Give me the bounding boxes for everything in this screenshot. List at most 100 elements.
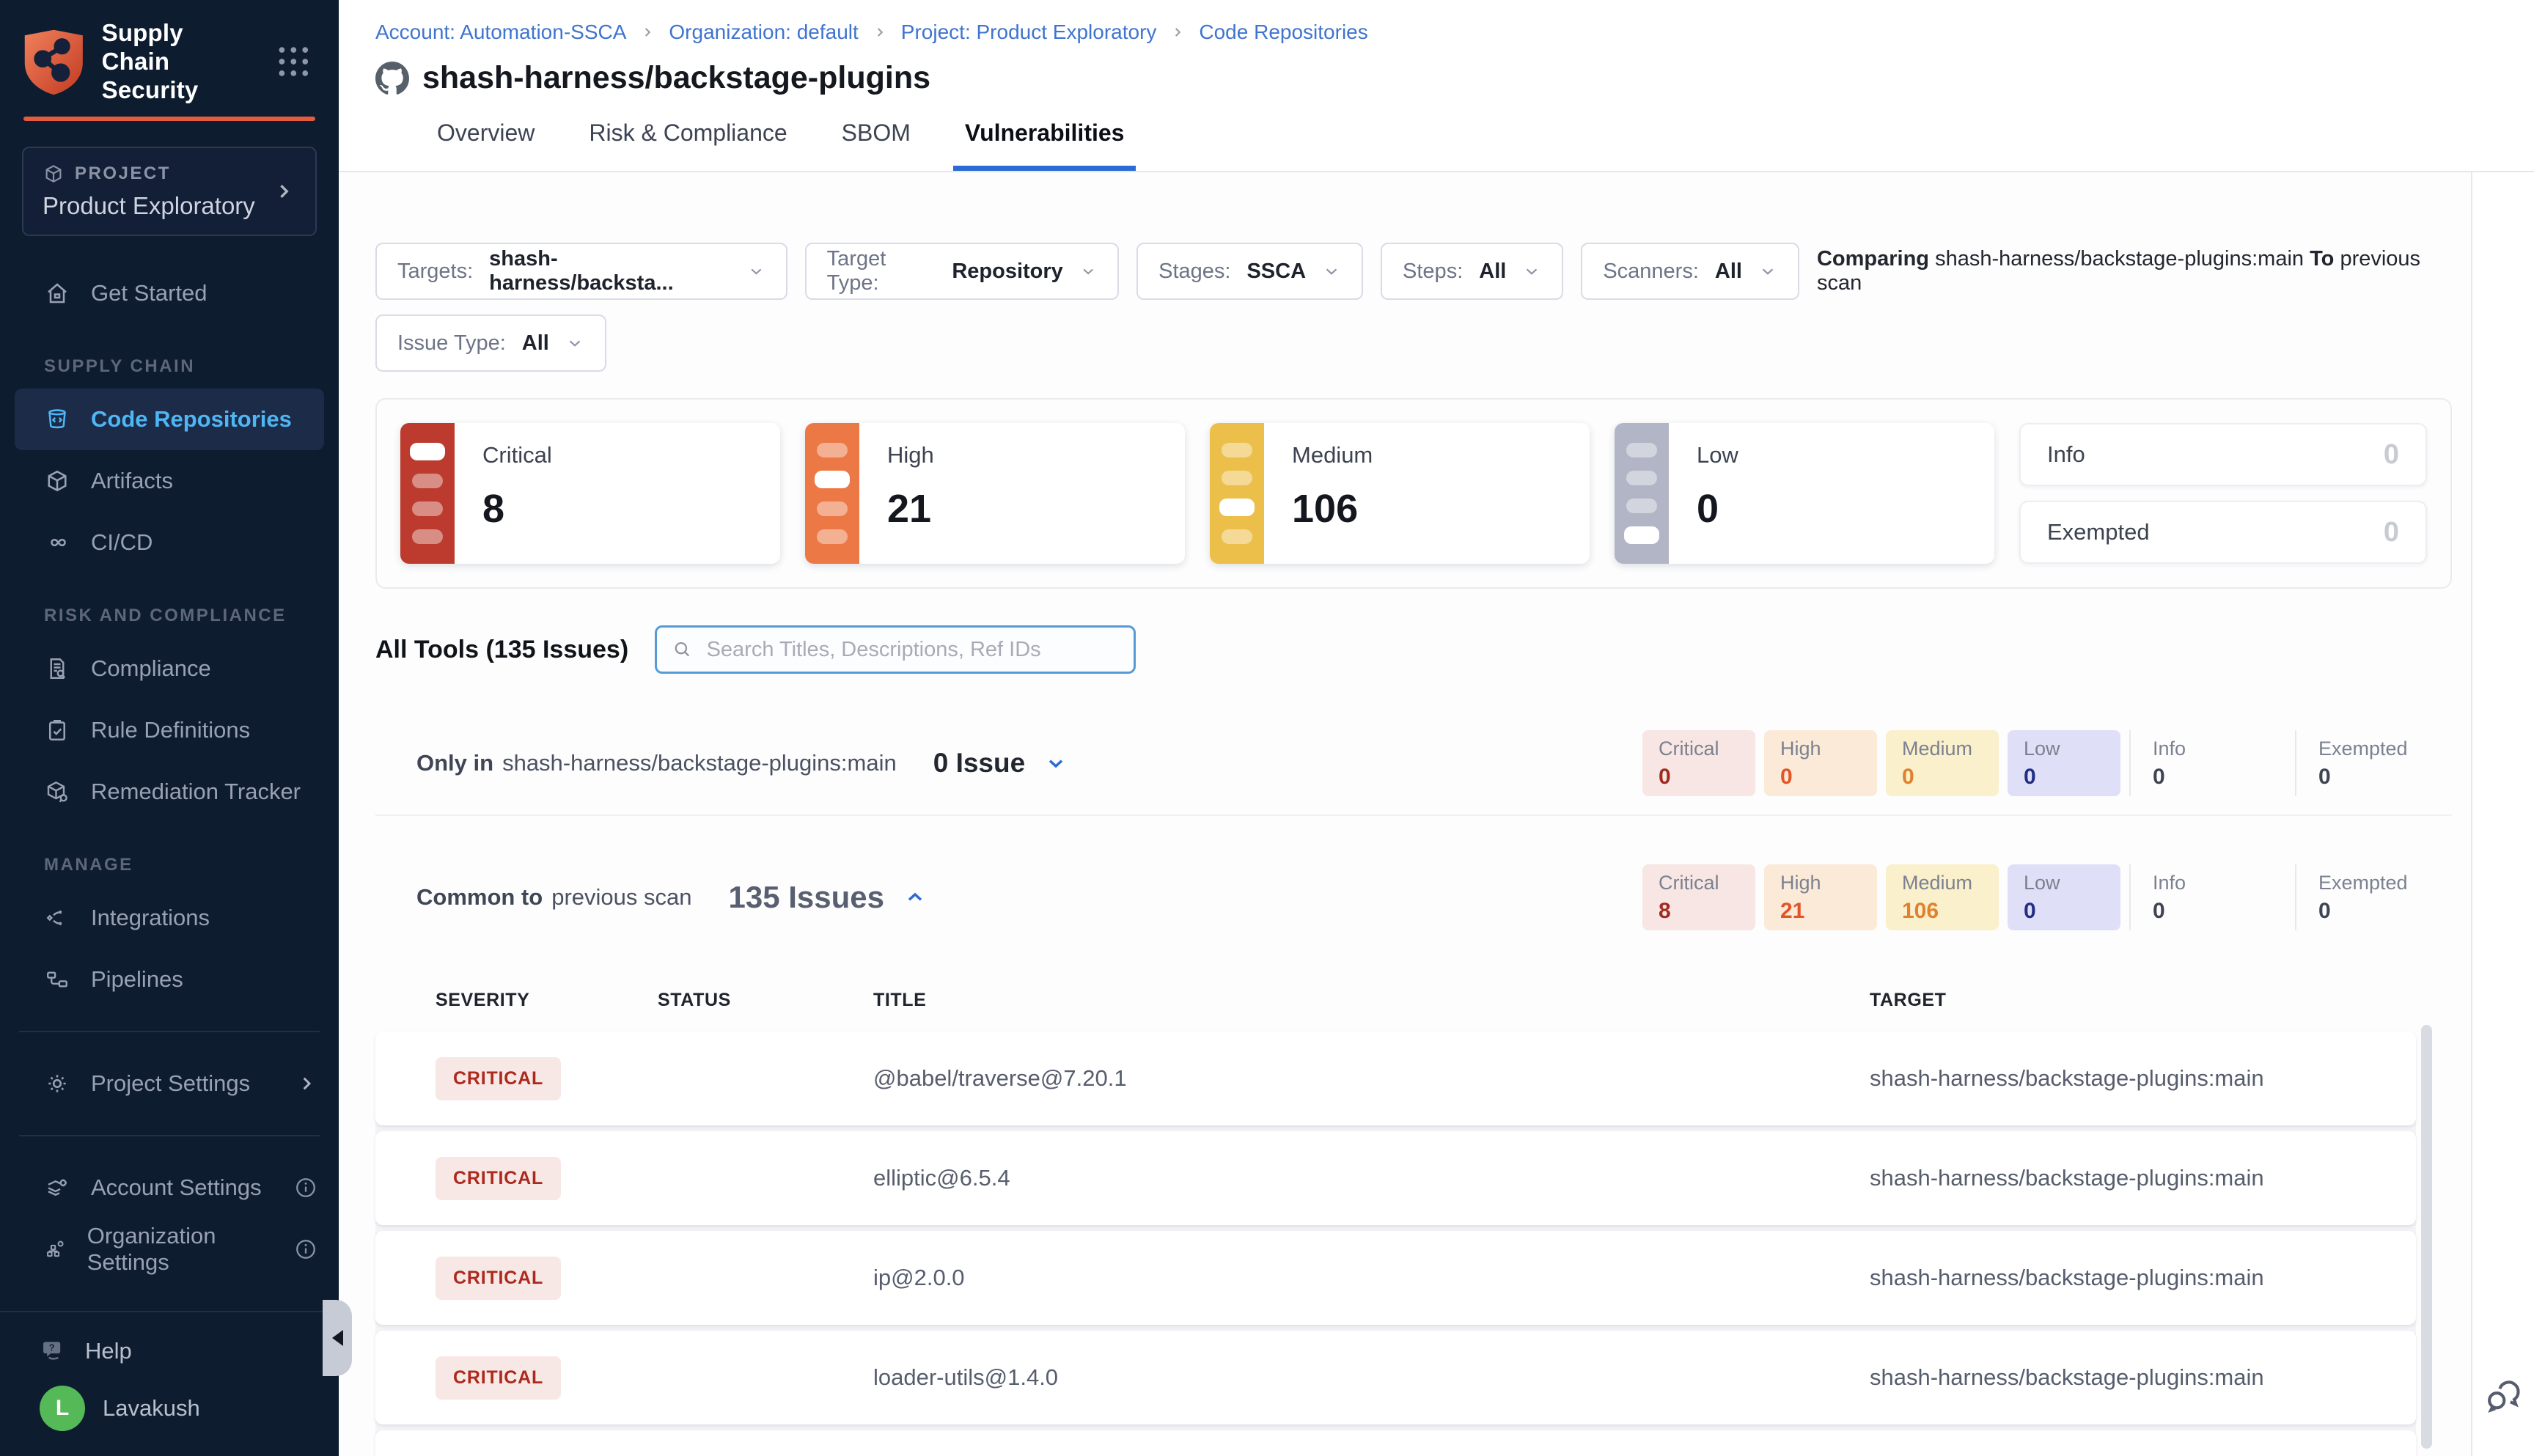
breadcrumb-account[interactable]: Account: Automation-SSCA [375, 21, 626, 44]
severity-card-high[interactable]: High 21 [805, 423, 1185, 564]
common-count[interactable]: 135 Issues [728, 880, 884, 915]
page-header: Account: Automation-SSCA Organization: d… [339, 0, 2534, 172]
nav-divider [19, 1031, 320, 1032]
sidebar-item-integrations[interactable]: Integrations [0, 887, 339, 949]
collapse-arrow-icon [332, 1330, 343, 1346]
user-menu[interactable]: L Lavakush [0, 1386, 339, 1431]
filter-label: Stages: [1158, 260, 1230, 284]
sidebar-item-account-settings[interactable]: Account Settings [0, 1157, 339, 1218]
sidebar-item-artifacts[interactable]: Artifacts [0, 450, 339, 512]
table-row[interactable]: CRITICAL parse-path@4.0.4 shash-harness/… [375, 1430, 2416, 1456]
table-row[interactable]: CRITICAL elliptic@6.5.4 shash-harness/ba… [375, 1131, 2416, 1225]
tab-sbom[interactable]: SBOM [830, 120, 922, 171]
content: Targets: shash-harness/backsta... Target… [339, 172, 2471, 1456]
chevron-down-icon [1758, 262, 1777, 281]
help-label: Help [85, 1338, 132, 1364]
help-button[interactable]: ? Help [0, 1337, 339, 1365]
account-layers-icon [44, 1174, 70, 1201]
table-scrollbar[interactable] [2421, 1025, 2432, 1449]
severity-card-low[interactable]: Low 0 [1615, 423, 1994, 564]
severity-badge: CRITICAL [436, 1057, 561, 1100]
chip-medium: Medium 106 [1886, 864, 1999, 930]
table-row[interactable]: CRITICAL loader-utils@1.4.0 shash-harnes… [375, 1331, 2416, 1424]
info-card-label: Info [2047, 441, 2085, 468]
exempted-card[interactable]: Exempted 0 [2019, 501, 2427, 564]
severity-card-label: Low [1697, 442, 1738, 468]
table-row[interactable]: CRITICAL @babel/traverse@7.20.1 shash-ha… [375, 1032, 2416, 1125]
chip-label: Exempted [2318, 872, 2436, 894]
sidebar-item-code-repositories[interactable]: Code Repositories [15, 389, 324, 450]
project-selector[interactable]: PROJECT Product Exploratory [22, 147, 317, 236]
info-icon[interactable] [293, 1237, 318, 1262]
issue-target: shash-harness/backstage-plugins:main [1870, 1065, 2416, 1092]
filter-target-type[interactable]: Target Type: Repository [805, 243, 1119, 300]
sidebar-item-rule-definitions[interactable]: Rule Definitions [0, 699, 339, 761]
logo-row: Supply Chain Security [0, 0, 339, 117]
sidebar-item-project-settings[interactable]: Project Settings [0, 1053, 339, 1114]
tabs: Overview Risk & Compliance SBOM Vulnerab… [425, 120, 2534, 171]
chat-widget-button[interactable] [2480, 1373, 2526, 1422]
table-row[interactable]: CRITICAL ip@2.0.0 shash-harness/backstag… [375, 1231, 2416, 1325]
sidebar-collapse-handle[interactable] [323, 1300, 352, 1376]
sidebar-item-get-started[interactable]: Get Started [0, 262, 339, 324]
nav-heading-supply-chain: SUPPLY CHAIN [0, 356, 339, 377]
module-grid-icon[interactable] [273, 40, 314, 83]
infinity-icon [44, 529, 70, 556]
github-icon [375, 62, 409, 95]
severity-card-medium[interactable]: Medium 106 [1210, 423, 1590, 564]
code-repository-icon [44, 406, 70, 433]
tab-risk-compliance[interactable]: Risk & Compliance [577, 120, 798, 171]
cube-icon [43, 163, 65, 185]
chevron-down-icon [1079, 262, 1097, 281]
issue-target: shash-harness/backstage-plugins:main [1870, 1165, 2416, 1191]
common-severity-chips: Critical 8 High 21 Medium 106 Low [1642, 864, 2452, 930]
filter-row-1: Targets: shash-harness/backsta... Target… [375, 243, 2452, 300]
exempted-card-label: Exempted [2047, 519, 2150, 545]
sidebar-item-label: Artifacts [91, 468, 173, 494]
filter-value: All [1479, 260, 1506, 284]
issue-title: @babel/traverse@7.20.1 [873, 1065, 1870, 1092]
sidebar-item-remediation-tracker[interactable]: Remediation Tracker [0, 761, 339, 823]
tools-row: All Tools (135 Issues) [375, 625, 2452, 674]
sidebar-item-pipelines[interactable]: Pipelines [0, 949, 339, 1010]
svg-text:?: ? [49, 1342, 55, 1353]
only-in-count[interactable]: 0 Issue [933, 748, 1025, 779]
sidebar-item-label: Compliance [91, 655, 211, 682]
comparing-target: shash-harness/backstage-plugins:main [1935, 247, 2304, 271]
severity-summary-panel: Critical 8 High 21 [375, 398, 2452, 589]
filter-stages[interactable]: Stages: SSCA [1136, 243, 1363, 300]
chip-value: 106 [1902, 899, 1983, 924]
breadcrumb-separator-icon [1169, 24, 1186, 40]
severity-card-critical[interactable]: Critical 8 [400, 423, 780, 564]
user-name: Lavakush [103, 1395, 200, 1422]
sidebar-item-cicd[interactable]: CI/CD [0, 512, 339, 573]
filter-issue-type[interactable]: Issue Type: All [375, 315, 606, 372]
search-icon [672, 638, 693, 661]
sidebar-item-organization-settings[interactable]: Organization Settings [0, 1218, 339, 1280]
table-header: SEVERITY STATUS TITLE TARGET [375, 977, 2416, 1023]
breadcrumb-code-repositories[interactable]: Code Repositories [1199, 21, 1367, 44]
column-header-target: TARGET [1870, 990, 2416, 1011]
common-toggle[interactable] [903, 886, 927, 909]
only-in-toggle[interactable] [1044, 751, 1068, 775]
chip-value: 0 [1659, 765, 1739, 790]
title-row: shash-harness/backstage-plugins [375, 60, 2534, 96]
chip-high: High 21 [1764, 864, 1877, 930]
search-input[interactable] [705, 637, 1120, 663]
chip-label: Critical [1659, 872, 1739, 894]
info-card[interactable]: Info 0 [2019, 423, 2427, 486]
breadcrumb-project[interactable]: Project: Product Exploratory [901, 21, 1157, 44]
filter-steps[interactable]: Steps: All [1381, 243, 1563, 300]
filter-targets[interactable]: Targets: shash-harness/backsta... [375, 243, 787, 300]
chevron-right-icon [271, 179, 296, 204]
exempted-card-count: 0 [2384, 517, 2399, 548]
integrations-icon [44, 905, 70, 931]
breadcrumb: Account: Automation-SSCA Organization: d… [375, 21, 2534, 44]
info-icon[interactable] [293, 1175, 318, 1200]
chip-value: 8 [1659, 899, 1739, 924]
tab-overview[interactable]: Overview [425, 120, 546, 171]
sidebar-item-compliance[interactable]: Compliance [0, 638, 339, 699]
tab-vulnerabilities[interactable]: Vulnerabilities [953, 120, 1136, 171]
breadcrumb-organization[interactable]: Organization: default [669, 21, 858, 44]
filter-scanners[interactable]: Scanners: All [1581, 243, 1799, 300]
